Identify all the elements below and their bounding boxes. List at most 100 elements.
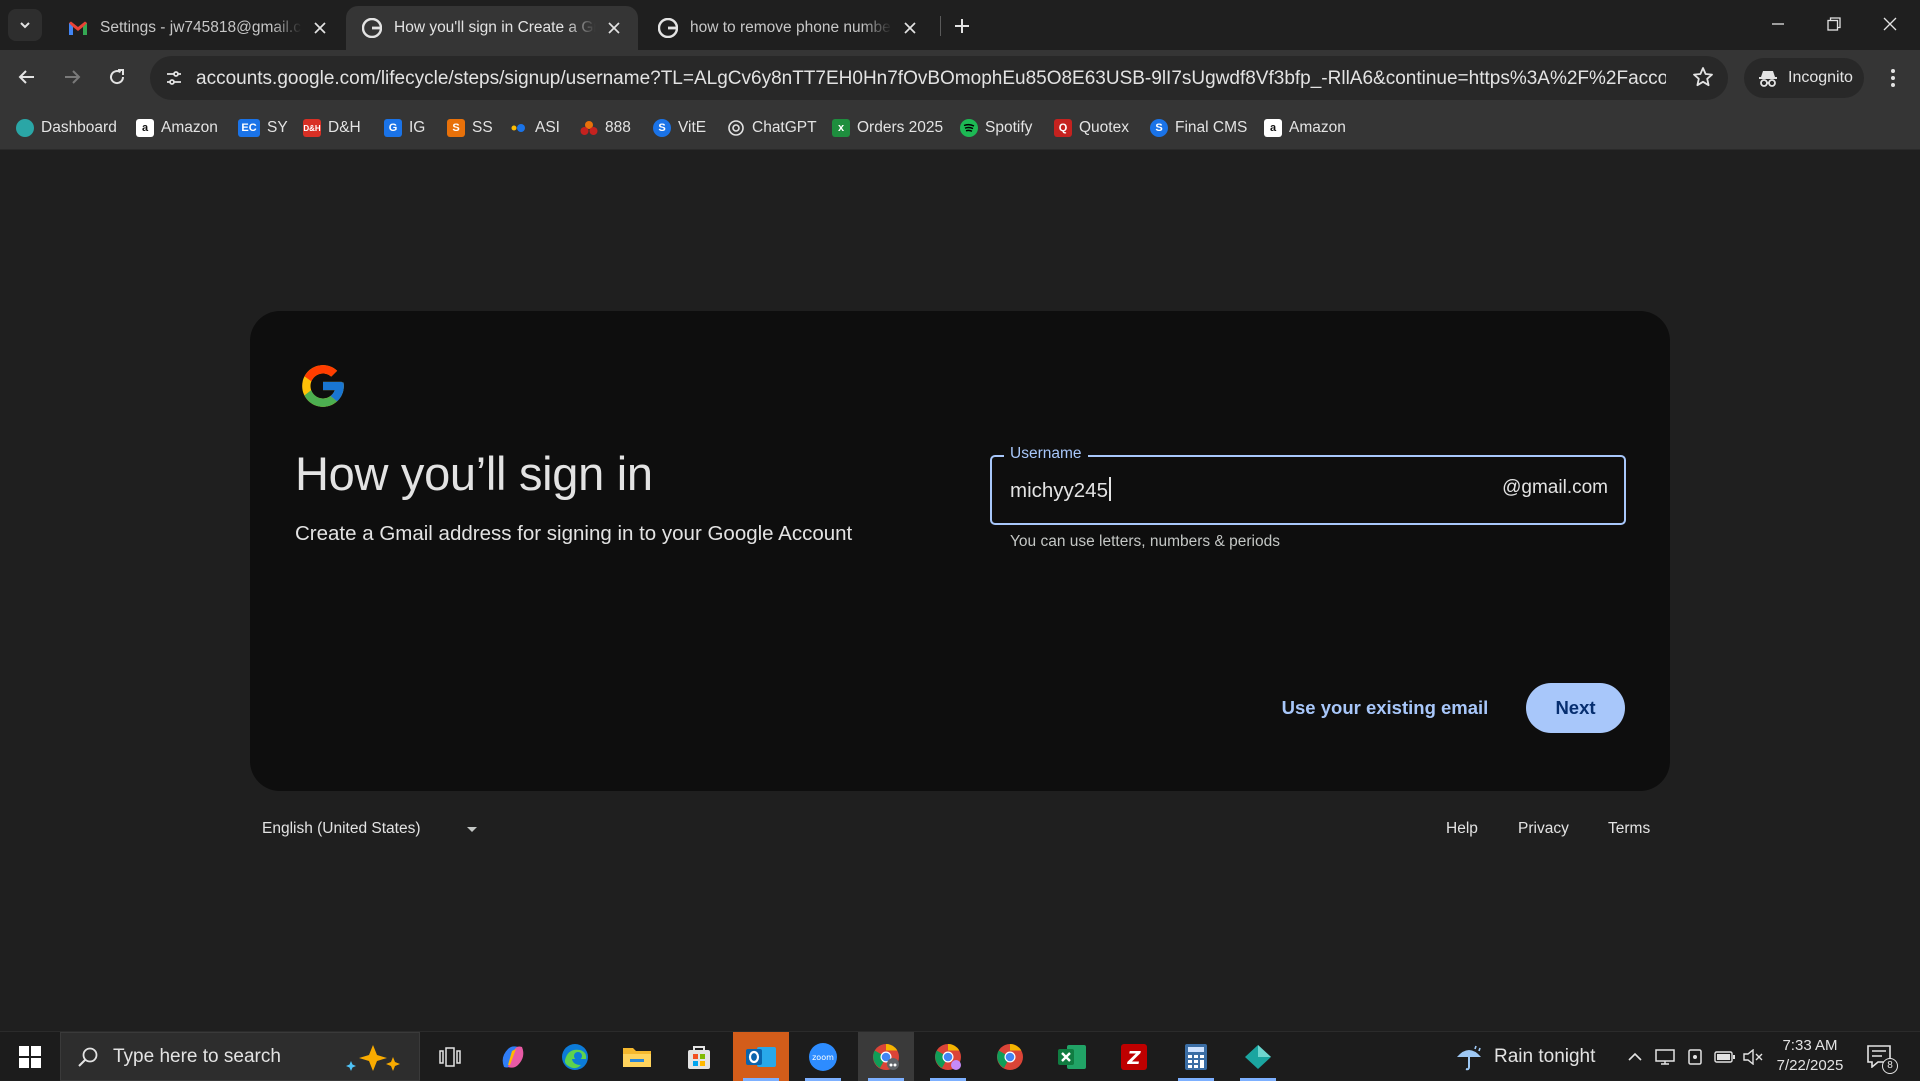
incognito-indicator[interactable]: Incognito <box>1744 58 1864 98</box>
minimize-button[interactable] <box>1750 6 1806 42</box>
folder-icon <box>623 1047 651 1067</box>
store-icon <box>688 1045 710 1069</box>
notification-center-button[interactable]: 8 <box>1866 1044 1898 1074</box>
url-text[interactable]: accounts.google.com/lifecycle/steps/sign… <box>196 68 1666 90</box>
bookmark-label: SY <box>267 119 288 136</box>
weather-widget[interactable]: Rain tonight <box>1454 1032 1595 1081</box>
help-link[interactable]: Help <box>1446 811 1478 847</box>
clock-time: 7:33 AM <box>1782 1037 1838 1054</box>
task-view-button[interactable] <box>422 1032 478 1081</box>
tab-search-button[interactable] <box>8 9 42 41</box>
tray-volume-button[interactable] <box>1742 1046 1764 1068</box>
google-logo-icon <box>302 365 344 407</box>
bookmark-label: Final CMS <box>1175 119 1248 136</box>
show-hidden-icons-button[interactable] <box>1624 1046 1646 1068</box>
taskbar-app-teal[interactable] <box>1230 1032 1286 1081</box>
diamond-app-icon <box>1245 1044 1271 1069</box>
bookmark-dh[interactable]: D&H D&H <box>303 114 361 142</box>
new-tab-button[interactable] <box>948 12 976 40</box>
reload-icon <box>110 69 125 85</box>
browser-toolbar: accounts.google.com/lifecycle/steps/sign… <box>0 50 1920 106</box>
page-subtitle: Create a Gmail address for signing in to… <box>295 522 853 545</box>
tab-strip: Settings - jw745818@gmail.com How you'll… <box>0 0 1920 50</box>
taskbar-copilot[interactable] <box>485 1032 541 1081</box>
chevron-down-icon <box>20 22 30 29</box>
tray-meet-button[interactable] <box>1684 1046 1706 1068</box>
bookmark-label: SS <box>472 119 493 136</box>
forward-button[interactable] <box>55 60 89 94</box>
bookmark-label: Dashboard <box>41 119 117 136</box>
taskbar-edge[interactable] <box>547 1032 603 1081</box>
taskbar-clock[interactable]: 7:33 AM 7/22/2025 <box>1770 1036 1850 1076</box>
asi-icon <box>510 119 528 137</box>
taskbar-filezilla[interactable]: Z <box>1106 1032 1162 1081</box>
reload-button[interactable] <box>100 60 134 94</box>
taskbar-excel[interactable] <box>1044 1032 1100 1081</box>
close-tab-icon[interactable] <box>900 18 920 38</box>
tray-display-button[interactable] <box>1654 1046 1676 1068</box>
bookmark-dashboard[interactable]: Dashboard <box>16 114 117 142</box>
close-tab-icon[interactable] <box>310 18 330 38</box>
tray-battery-button[interactable] <box>1714 1046 1736 1068</box>
username-input[interactable]: michyy245 <box>1010 477 1111 503</box>
start-button[interactable] <box>10 1040 50 1074</box>
chrome-menu-button[interactable] <box>1878 62 1908 94</box>
taskbar-search-box[interactable]: Type here to search <box>60 1032 420 1081</box>
bookmark-chatgpt[interactable]: ChatGPT <box>727 114 817 142</box>
bookmark-asi[interactable]: ASI <box>510 114 560 142</box>
filezilla-icon: Z <box>1121 1043 1147 1070</box>
username-field[interactable]: Username michyy245 @gmail.com <box>990 445 1626 525</box>
windows-logo-icon <box>19 1046 41 1068</box>
site-info-button[interactable] <box>160 64 188 92</box>
taskbar-store[interactable] <box>671 1032 727 1081</box>
bookmark-ss[interactable]: S SS <box>447 114 493 142</box>
zoom-icon: zoom <box>809 1042 837 1071</box>
incognito-label: Incognito <box>1788 69 1853 86</box>
restore-button[interactable] <box>1806 6 1862 42</box>
bookmark-amazon-2[interactable]: a Amazon <box>1264 114 1346 142</box>
next-button[interactable]: Next <box>1526 683 1625 733</box>
signup-card: How you’ll sign in Create a Gmail addres… <box>250 311 1670 791</box>
taskbar-chrome-profile[interactable] <box>920 1032 976 1081</box>
bookmark-label: VitE <box>678 119 707 136</box>
use-existing-email-button[interactable]: Use your existing email <box>1270 683 1500 733</box>
umbrella-rain-icon <box>1457 1045 1481 1070</box>
language-value: English (United States) <box>262 820 421 837</box>
bookmark-orders-2025[interactable]: x Orders 2025 <box>832 114 943 142</box>
bookmark-888[interactable]: 888 <box>580 114 631 142</box>
bookmark-vite[interactable]: S VitE <box>653 114 706 142</box>
svg-text:zoom: zoom <box>812 1053 834 1062</box>
privacy-link[interactable]: Privacy <box>1518 811 1569 847</box>
taskbar-chrome-incognito[interactable] <box>858 1032 914 1081</box>
bookmark-amazon[interactable]: a Amazon <box>136 114 218 142</box>
bookmark-final-cms[interactable]: S Final CMS <box>1150 114 1247 142</box>
back-button[interactable] <box>10 60 44 94</box>
taskbar-outlook[interactable] <box>733 1032 789 1081</box>
bookmark-label: Amazon <box>161 119 218 136</box>
monitor-icon <box>1655 1049 1675 1065</box>
username-value: michyy245 <box>1010 479 1108 502</box>
calculator-icon <box>1185 1043 1207 1070</box>
tab-gmail-settings[interactable]: Settings - jw745818@gmail.com <box>52 6 344 50</box>
ig-icon: G <box>384 119 402 137</box>
close-tab-icon[interactable] <box>604 18 624 38</box>
tab-remove-phone-number[interactable]: how to remove phone number <box>642 6 934 50</box>
terms-link[interactable]: Terms <box>1608 811 1650 847</box>
taskbar-zoom[interactable]: zoom <box>795 1032 851 1081</box>
address-bar[interactable]: accounts.google.com/lifecycle/steps/sign… <box>150 56 1728 100</box>
username-hint: You can use letters, numbers & periods <box>1010 533 1280 550</box>
bookmark-quotex[interactable]: Q Quotex <box>1054 114 1129 142</box>
language-select[interactable]: English (United States) <box>262 811 482 847</box>
bookmark-sy[interactable]: EC SY <box>238 114 288 142</box>
bookmark-star-button[interactable] <box>1692 66 1714 88</box>
taskbar-chrome[interactable] <box>982 1032 1038 1081</box>
username-label: Username <box>1004 445 1088 463</box>
tab-how-you-sign-in[interactable]: How you'll sign in Create a Gmail <box>346 6 638 50</box>
taskbar-file-explorer[interactable] <box>609 1032 665 1081</box>
888-icon <box>580 119 598 137</box>
bookmark-ig[interactable]: G IG <box>384 114 425 142</box>
taskbar-calculator[interactable] <box>1168 1032 1224 1081</box>
close-window-button[interactable] <box>1862 6 1918 42</box>
bookmark-spotify[interactable]: Spotify <box>960 114 1032 142</box>
google-icon <box>658 18 678 38</box>
